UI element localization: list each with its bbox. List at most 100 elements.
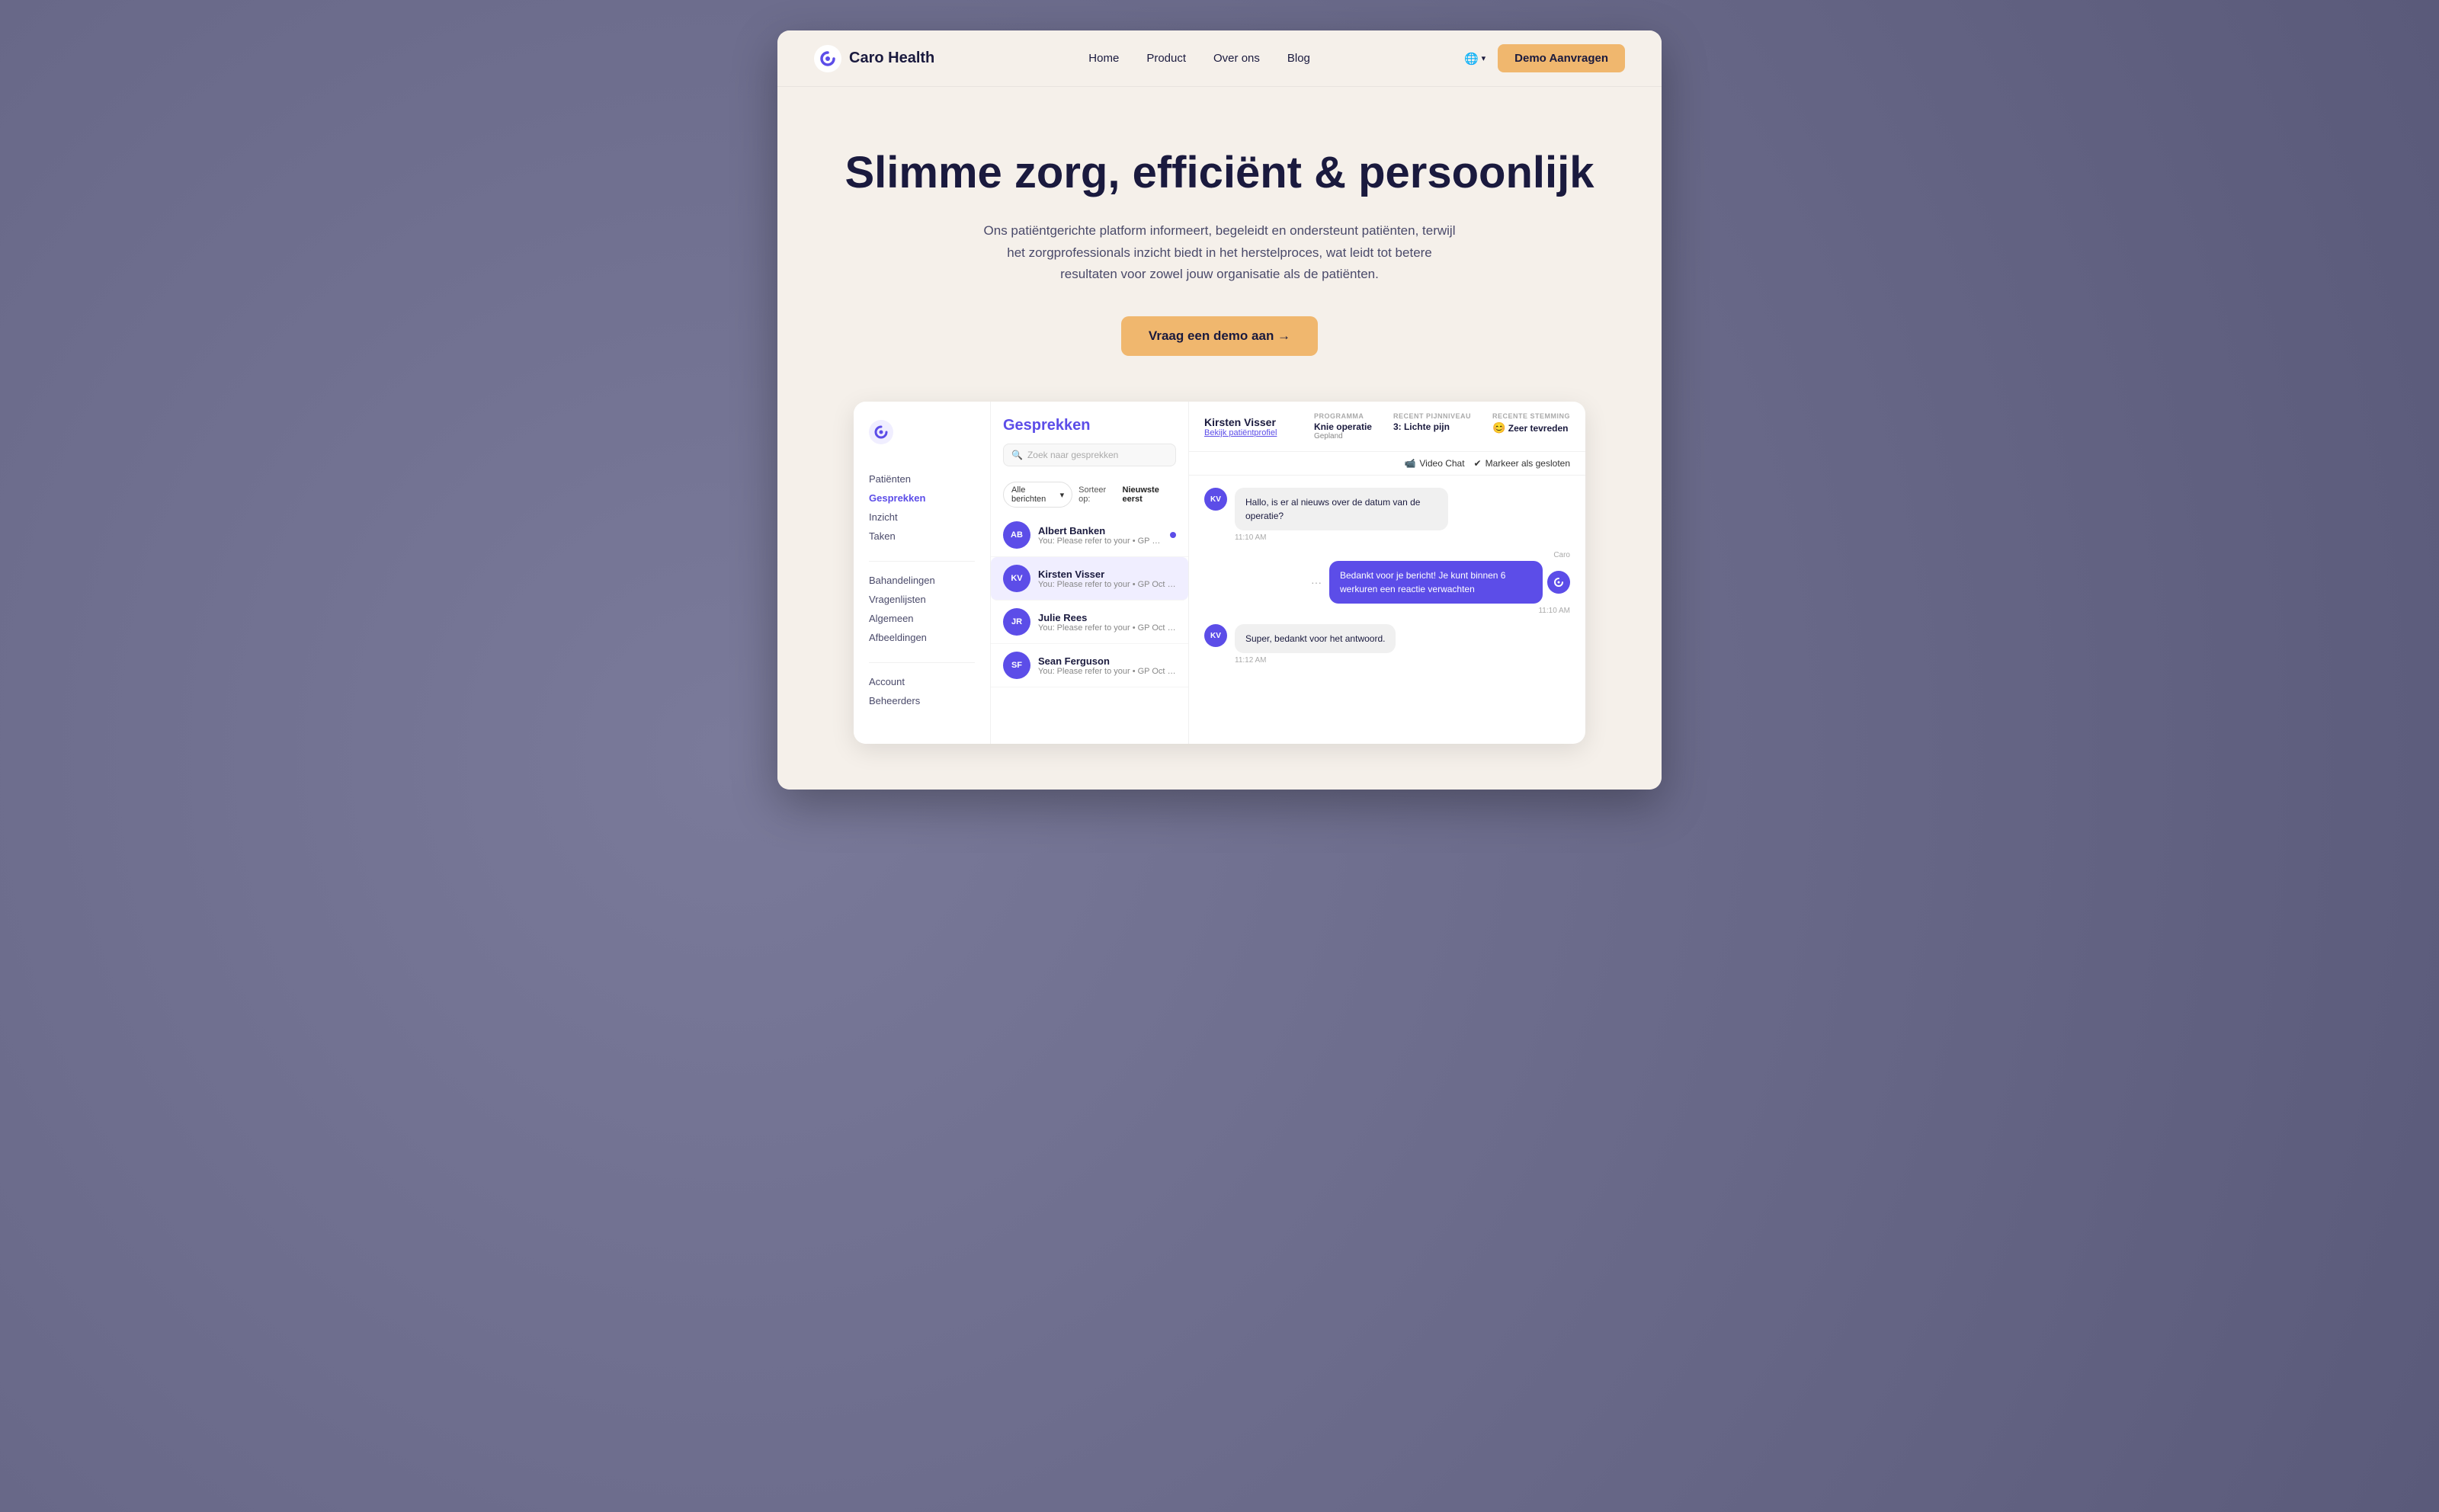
search-placeholder: Zoek naar gesprekken <box>1027 450 1118 460</box>
conv-name-sean: Sean Ferguson <box>1038 655 1176 667</box>
video-icon: 📹 <box>1404 458 1415 469</box>
markeer-gesloten-button[interactable]: ✔ Markeer als gesloten <box>1474 458 1570 469</box>
conv-name-albert: Albert Banken <box>1038 525 1162 537</box>
hero-subtitle: Ons patiëntgerichte platform informeert,… <box>983 220 1456 287</box>
sidebar-item-afbeeldingen[interactable]: Afbeeldingen <box>869 628 975 647</box>
msg-bubble-1: Hallo, is er al nieuws over de datum van… <box>1235 488 1448 530</box>
sidebar-section-main: Patiënten Gesprekken Inzicht Taken <box>869 469 975 546</box>
app-container: Patiënten Gesprekken Inzicht Taken Bahan… <box>854 402 1585 744</box>
sidebar-logo-icon <box>869 420 893 444</box>
avatar-sf: SF <box>1003 652 1030 679</box>
nav-home[interactable]: Home <box>1088 52 1119 65</box>
sidebar-item-inzicht[interactable]: Inzicht <box>869 508 975 527</box>
meta-pijn-label: RECENT PIJNNIVEAU <box>1393 412 1471 420</box>
sidebar-divider-2 <box>869 662 975 663</box>
sidebar-item-algemeen[interactable]: Algemeen <box>869 609 975 628</box>
sidebar-item-taken[interactable]: Taken <box>869 527 975 546</box>
app-preview: Patiënten Gesprekken Inzicht Taken Bahan… <box>777 402 1662 790</box>
navbar: Caro Health Home Product Over ons Blog 🌐… <box>777 30 1662 87</box>
filter-all-messages[interactable]: Alle berichten ▾ <box>1003 482 1072 508</box>
conv-name-julie: Julie Rees <box>1038 612 1176 623</box>
sidebar-item-account[interactable]: Account <box>869 672 975 691</box>
msg-col-3: Super, bedankt voor het antwoord. 11:12 … <box>1235 624 1396 665</box>
avatar-jr: JR <box>1003 608 1030 636</box>
meta-programma-sub: Gepland <box>1314 432 1372 440</box>
nav-product[interactable]: Product <box>1146 52 1186 65</box>
conv-preview-kirsten: You: Please refer to your • GP Oct 21 <box>1038 580 1176 589</box>
conv-preview-albert: You: Please refer to your • GP Oct 21 <box>1038 537 1162 546</box>
msg-time-2: 11:10 AM <box>1538 607 1570 615</box>
video-chat-button[interactable]: 📹 Video Chat <box>1404 458 1464 469</box>
sidebar-item-bahandelingen[interactable]: Bahandelingen <box>869 571 975 590</box>
meta-programma: PROGRAMMA Knie operatie Gepland <box>1314 412 1372 440</box>
sidebar: Patiënten Gesprekken Inzicht Taken Bahan… <box>854 402 991 744</box>
sidebar-item-patienten[interactable]: Patiënten <box>869 469 975 489</box>
chat-header: Kirsten Visser Bekijk patiëntprofiel PRO… <box>1189 402 1585 452</box>
nav-right: 🌐 ▾ Demo Aanvragen <box>1464 44 1625 72</box>
sort-value: Nieuwste eerst <box>1123 485 1176 504</box>
conv-name-kirsten: Kirsten Visser <box>1038 569 1176 580</box>
msg-col-2: Caro ··· Bedankt voor je bericht! Je kun… <box>1308 551 1570 615</box>
check-icon: ✔ <box>1474 458 1482 469</box>
conv-item-kirsten[interactable]: KV Kirsten Visser You: Please refer to y… <box>991 557 1188 601</box>
patient-profile-link[interactable]: Bekijk patiëntprofiel <box>1204 428 1277 437</box>
conv-info-julie: Julie Rees You: Please refer to your • G… <box>1038 612 1176 633</box>
sidebar-section-footer: Account Beheerders <box>869 672 975 710</box>
sidebar-item-gesprekken[interactable]: Gesprekken <box>869 489 975 508</box>
hero-title: Slimme zorg, efficiënt & persoonlijk <box>808 148 1631 199</box>
demo-aanvragen-button[interactable]: Demo Aanvragen <box>1498 44 1625 72</box>
meta-pijn: RECENT PIJNNIVEAU 3: Lichte pijn <box>1393 412 1471 432</box>
patient-meta: PROGRAMMA Knie operatie Gepland RECENT P… <box>1314 412 1570 440</box>
sidebar-section-secondary: Bahandelingen Vragenlijsten Algemeen Afb… <box>869 571 975 647</box>
lang-button[interactable]: 🌐 ▾ <box>1464 52 1486 66</box>
conversations-title: Gesprekken <box>1003 417 1176 434</box>
conversations-panel: Gesprekken 🔍 Zoek naar gesprekken Alle b… <box>991 402 1189 744</box>
patient-info: Kirsten Visser Bekijk patiëntprofiel <box>1204 416 1277 437</box>
conv-info-albert: Albert Banken You: Please refer to your … <box>1038 525 1162 546</box>
msg-row-2-inner: ··· Bedankt voor je bericht! Je kunt bin… <box>1308 561 1570 604</box>
conv-item-sean[interactable]: SF Sean Ferguson You: Please refer to yo… <box>991 644 1188 687</box>
unread-dot-albert <box>1170 532 1176 538</box>
msg-avatar-kv-3: KV <box>1204 624 1227 647</box>
nav-blog[interactable]: Blog <box>1287 52 1310 65</box>
sidebar-item-vragenlijsten[interactable]: Vragenlijsten <box>869 590 975 609</box>
chat-actions: 📹 Video Chat ✔ Markeer als gesloten <box>1189 452 1585 476</box>
stemming-emoji: 😊 <box>1492 421 1505 434</box>
meta-stemming-value: 😊 Zeer tevreden <box>1492 421 1570 434</box>
sidebar-item-beheerders[interactable]: Beheerders <box>869 691 975 710</box>
chat-area: Kirsten Visser Bekijk patiëntprofiel PRO… <box>1189 402 1585 744</box>
sort-label: Sorteer op: <box>1078 485 1116 504</box>
msg-time-1: 11:10 AM <box>1235 533 1448 542</box>
chat-messages: KV Hallo, is er al nieuws over de datum … <box>1189 476 1585 744</box>
search-box[interactable]: 🔍 Zoek naar gesprekken <box>1003 444 1176 466</box>
nav-links: Home Product Over ons Blog <box>1088 52 1310 65</box>
more-options-button[interactable]: ··· <box>1308 576 1325 588</box>
sidebar-divider-1 <box>869 561 975 562</box>
meta-programma-value: Knie operatie <box>1314 421 1372 432</box>
message-3: KV Super, bedankt voor het antwoord. 11:… <box>1204 624 1570 665</box>
message-2: Caro ··· Bedankt voor je bericht! Je kun… <box>1204 551 1570 615</box>
logo-text: Caro Health <box>849 50 934 67</box>
nav-overons[interactable]: Over ons <box>1213 52 1260 65</box>
meta-pijn-value: 3: Lichte pijn <box>1393 421 1471 432</box>
conv-info-sean: Sean Ferguson You: Please refer to your … <box>1038 655 1176 676</box>
caro-avatar <box>1547 571 1570 594</box>
cta-button[interactable]: Vraag een demo aan → <box>1121 316 1318 356</box>
conv-item-albert[interactable]: AB Albert Banken You: Please refer to yo… <box>991 514 1188 557</box>
meta-stemming-label: RECENTE STEMMING <box>1492 412 1570 420</box>
avatar-kv: KV <box>1003 565 1030 592</box>
msg-bubble-2: Bedankt voor je bericht! Je kunt binnen … <box>1329 561 1543 604</box>
conversation-list: AB Albert Banken You: Please refer to yo… <box>991 514 1188 744</box>
conv-preview-julie: You: Please refer to your • GP Oct 20 <box>1038 623 1176 633</box>
message-1: KV Hallo, is er al nieuws over de datum … <box>1204 488 1570 542</box>
globe-icon: 🌐 <box>1464 52 1479 66</box>
msg-bubble-3: Super, bedankt voor het antwoord. <box>1235 624 1396 653</box>
hero-section: Slimme zorg, efficiënt & persoonlijk Ons… <box>777 87 1662 402</box>
conv-item-julie[interactable]: JR Julie Rees You: Please refer to your … <box>991 601 1188 644</box>
filter-bar: Alle berichten ▾ Sorteer op: Nieuwste ee… <box>991 476 1188 514</box>
conv-info-kirsten: Kirsten Visser You: Please refer to your… <box>1038 569 1176 589</box>
msg-avatar-kv-1: KV <box>1204 488 1227 511</box>
browser-window: Caro Health Home Product Over ons Blog 🌐… <box>777 30 1662 790</box>
meta-programma-label: PROGRAMMA <box>1314 412 1372 420</box>
avatar-ab: AB <box>1003 521 1030 549</box>
